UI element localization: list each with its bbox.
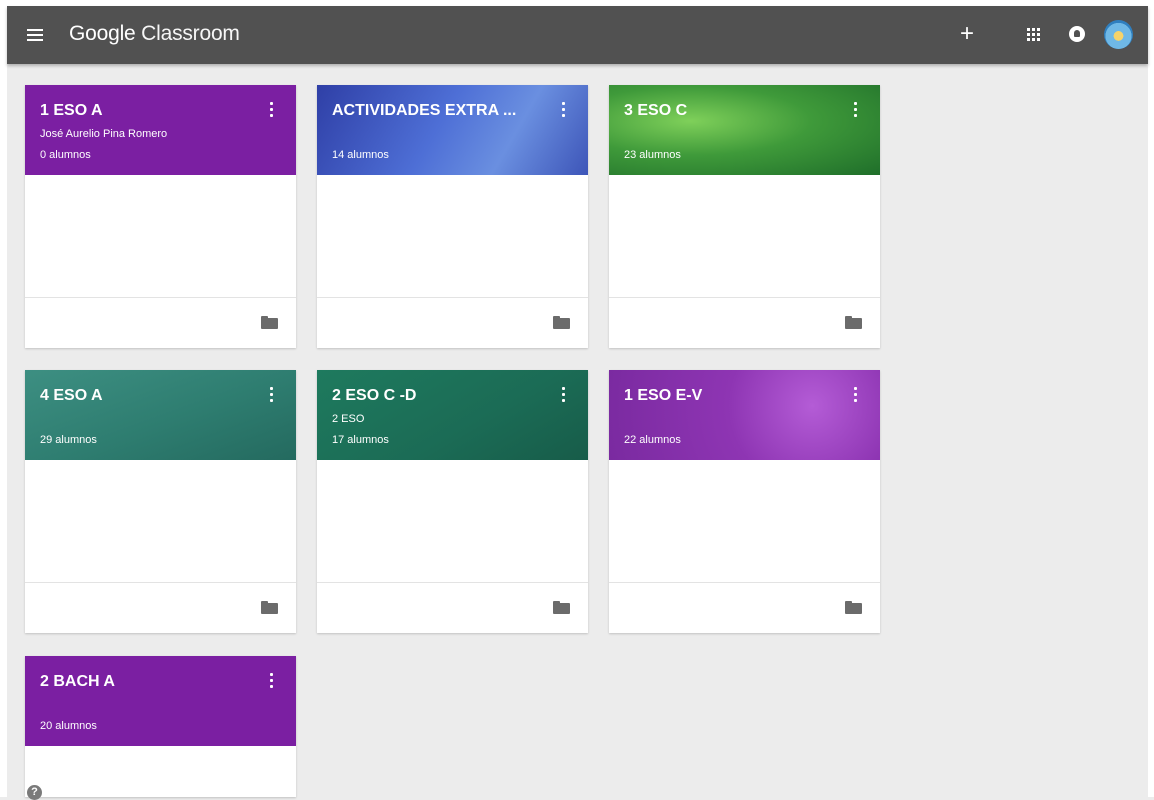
class-card[interactable]: 1 ESO A José Aurelio Pina Romero 0 alumn… [25,85,296,348]
folder-icon[interactable] [261,316,278,329]
folder-icon[interactable] [261,601,278,614]
class-title[interactable]: 2 BACH A [40,673,115,691]
more-vert-icon[interactable] [854,387,860,405]
student-count: 14 alumnos [332,149,389,161]
avatar[interactable] [1104,20,1133,49]
more-vert-icon[interactable] [270,387,276,405]
folder-icon[interactable] [845,601,862,614]
class-card-header[interactable]: 1 ESO E-V 22 alumnos [609,370,880,460]
card-divider [25,582,296,583]
more-vert-icon[interactable] [270,102,276,120]
more-vert-icon[interactable] [562,102,568,120]
class-card[interactable]: ACTIVIDADES EXTRA ... 14 alumnos [317,85,588,348]
card-divider [317,582,588,583]
student-count: 29 alumnos [40,434,97,446]
apps-grid-icon[interactable] [1027,28,1041,42]
class-card-header[interactable]: 1 ESO A José Aurelio Pina Romero 0 alumn… [25,85,296,175]
card-divider [25,297,296,298]
class-subtitle: José Aurelio Pina Romero [40,128,168,140]
class-card-header[interactable]: 3 ESO C 23 alumnos [609,85,880,175]
student-count: 17 alumnos [332,434,389,446]
card-divider [317,297,588,298]
top-app-bar: Google Classroom + [7,6,1148,64]
plus-icon[interactable]: + [958,20,976,48]
class-card[interactable]: 4 ESO A 29 alumnos [25,370,296,633]
folder-icon[interactable] [845,316,862,329]
student-count: 22 alumnos [624,434,681,446]
class-card-header[interactable]: ACTIVIDADES EXTRA ... 14 alumnos [317,85,588,175]
class-title[interactable]: 4 ESO A [40,387,103,405]
window-frame-right [1148,0,1154,797]
brand-product: Classroom [141,22,240,45]
menu-icon[interactable] [27,26,43,44]
class-title[interactable]: 1 ESO A [40,102,103,120]
class-card-header[interactable]: 2 ESO C -D 2 ESO 17 alumnos [317,370,588,460]
help-icon[interactable]: ? [27,785,42,800]
class-card[interactable]: 3 ESO C 23 alumnos [609,85,880,348]
class-card[interactable]: 1 ESO E-V 22 alumnos [609,370,880,633]
class-title[interactable]: 1 ESO E-V [624,387,702,405]
notification-icon[interactable] [1069,26,1085,42]
folder-icon[interactable] [553,316,570,329]
more-vert-icon[interactable] [270,673,276,691]
class-card-header[interactable]: 4 ESO A 29 alumnos [25,370,296,460]
class-title[interactable]: 3 ESO C [624,102,687,120]
class-title[interactable]: 2 ESO C -D [332,387,416,405]
folder-icon[interactable] [553,601,570,614]
more-vert-icon[interactable] [562,387,568,405]
card-divider [609,297,880,298]
card-divider [609,582,880,583]
class-card-header[interactable]: 2 BACH A 20 alumnos [25,656,296,746]
app-title[interactable]: Google Classroom [69,22,240,46]
class-card[interactable]: 2 BACH A 20 alumnos [25,656,296,797]
student-count: 20 alumnos [40,720,97,732]
class-subtitle: 2 ESO [332,413,365,425]
student-count: 0 alumnos [40,149,91,161]
student-count: 23 alumnos [624,149,681,161]
window-frame-left [0,0,7,797]
class-title[interactable]: ACTIVIDADES EXTRA ... [332,102,516,120]
more-vert-icon[interactable] [854,102,860,120]
brand-google: Google [69,22,136,45]
class-card[interactable]: 2 ESO C -D 2 ESO 17 alumnos [317,370,588,633]
